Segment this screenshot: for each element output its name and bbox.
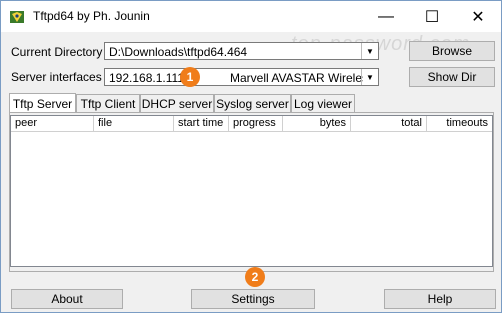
tab-tftp-client[interactable]: Tftp Client	[76, 94, 140, 112]
transfers-listview[interactable]: peer file start time progress bytes tota…	[10, 115, 493, 267]
column-header-progress[interactable]: progress	[229, 116, 283, 132]
show-dir-button[interactable]: Show Dir	[409, 67, 495, 87]
chevron-down-icon[interactable]: ▼	[361, 69, 378, 85]
callout-badge-1: 1	[180, 67, 200, 87]
help-button[interactable]: Help	[384, 289, 496, 309]
app-window: Tftpd64 by Ph. Jounin — ☐ ✕ top-password…	[0, 0, 502, 313]
settings-button[interactable]: Settings	[191, 289, 315, 309]
chevron-down-icon[interactable]: ▼	[361, 43, 378, 59]
column-header-start-time[interactable]: start time	[174, 116, 229, 132]
column-header-timeouts[interactable]: timeouts	[427, 116, 492, 132]
column-header-bytes[interactable]: bytes	[283, 116, 351, 132]
window-title: Tftpd64 by Ph. Jounin	[33, 9, 150, 23]
server-ip-value: 192.168.1.111	[109, 71, 184, 85]
maximize-button[interactable]: ☐	[409, 1, 455, 32]
column-header-peer[interactable]: peer	[11, 116, 94, 132]
tftpd-app-icon	[10, 11, 24, 23]
tab-tftp-server[interactable]: Tftp Server	[9, 93, 76, 113]
current-directory-value: D:\Downloads\tftpd64.464	[109, 45, 248, 59]
tab-dhcp-server[interactable]: DHCP server	[140, 94, 214, 112]
server-interfaces-label: Server interfaces	[11, 70, 102, 84]
callout-badge-2: 2	[245, 267, 265, 287]
tab-log-viewer[interactable]: Log viewer	[291, 94, 355, 112]
current-directory-label: Current Directory	[11, 45, 103, 59]
title-bar: Tftpd64 by Ph. Jounin — ☐ ✕	[1, 1, 501, 32]
column-header-total[interactable]: total	[351, 116, 427, 132]
server-adapter-value: Marvell AVASTAR Wireless	[230, 71, 363, 85]
about-button[interactable]: About	[11, 289, 123, 309]
tab-syslog-server[interactable]: Syslog server	[214, 94, 291, 112]
server-interfaces-combo[interactable]: 192.168.1.111 Marvell AVASTAR Wireless ▼	[104, 68, 379, 86]
browse-button[interactable]: Browse	[409, 41, 495, 61]
column-header-file[interactable]: file	[94, 116, 174, 132]
close-button[interactable]: ✕	[455, 1, 501, 32]
current-directory-combo[interactable]: D:\Downloads\tftpd64.464 ▼	[104, 42, 379, 60]
minimize-button[interactable]: —	[363, 1, 409, 32]
